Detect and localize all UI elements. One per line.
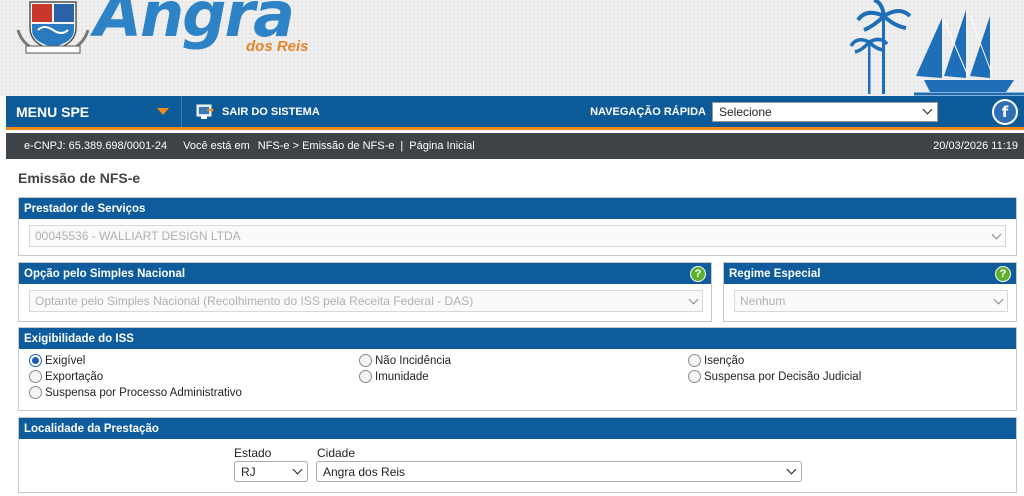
simples-select[interactable]: Optante pelo Simples Nacional (Recolhime…	[29, 290, 703, 312]
status-bar: e-CNPJ: 65.389.698/0001-24 Você está em …	[6, 133, 1024, 159]
quick-nav-label: NAVEGAÇÃO RÁPIDA	[590, 105, 706, 118]
datetime-text: 20/03/2026 11:19	[933, 140, 1018, 152]
chevron-down-icon	[786, 464, 797, 475]
prestador-panel: Prestador de Serviços 00045536 - WALLIAR…	[18, 197, 1017, 256]
logout-button[interactable]: SAIR DO SISTEMA	[196, 104, 320, 120]
simples-value: Optante pelo Simples Nacional (Recolhime…	[35, 294, 474, 308]
localidade-heading: Localidade da Prestação	[19, 418, 1016, 439]
help-icon[interactable]: ?	[995, 265, 1011, 282]
breadcrumb[interactable]: NFS-e > Emissão de NFS-e	[258, 140, 395, 152]
radio-icon	[359, 370, 372, 383]
caret-down-icon	[157, 108, 169, 115]
prestador-value: 00045536 - WALLIART DESIGN LTDA	[35, 229, 241, 243]
palm-ship-illustration	[849, 0, 1024, 96]
header-banner: Angra dos Reis	[0, 0, 1024, 96]
chevron-down-icon	[993, 294, 1004, 304]
radio-icon	[359, 354, 372, 367]
radio-icon	[29, 386, 42, 399]
radio-isencao[interactable]: Isenção	[688, 354, 744, 367]
regime-panel: Regime Especial ? Nenhum	[723, 262, 1017, 322]
estado-value: RJ	[241, 464, 256, 479]
radio-exportacao[interactable]: Exportação	[29, 370, 103, 383]
simples-heading: Opção pelo Simples Nacional ?	[19, 263, 711, 284]
page-title: Emissão de NFS-e	[18, 170, 141, 186]
radio-icon	[688, 354, 701, 367]
quick-nav-value: Selecione	[719, 104, 772, 119]
exigibilidade-panel: Exigibilidade do ISS Exigível Não Incidê…	[18, 327, 1017, 411]
quick-nav: NAVEGAÇÃO RÁPIDA Selecione f	[590, 98, 1024, 125]
home-link[interactable]: Página Inicial	[409, 140, 474, 152]
cidade-value: Angra dos Reis	[323, 464, 406, 479]
radio-nao-incidencia[interactable]: Não Incidência	[359, 354, 451, 367]
facebook-icon[interactable]: f	[992, 98, 1018, 125]
chevron-down-icon	[991, 229, 1002, 239]
radio-imunidade[interactable]: Imunidade	[359, 370, 429, 383]
radio-icon	[688, 370, 701, 383]
brand-logo-subtitle: dos Reis	[246, 38, 309, 55]
breadcrumb-separator: |	[400, 140, 404, 152]
menu-spe-label: MENU SPE	[16, 103, 90, 120]
help-icon[interactable]: ?	[690, 265, 706, 282]
menu-spe-button[interactable]: MENU SPE	[6, 96, 182, 127]
logout-label: SAIR DO SISTEMA	[222, 105, 320, 118]
radio-exigivel[interactable]: Exigível	[29, 354, 85, 367]
chevron-down-icon	[922, 104, 933, 115]
quick-nav-select[interactable]: Selecione	[712, 101, 938, 122]
radio-selected-icon	[29, 354, 42, 367]
radio-icon	[29, 370, 42, 383]
cidade-select[interactable]: Angra dos Reis	[316, 461, 802, 482]
chevron-down-icon	[688, 294, 699, 304]
simples-panel: Opção pelo Simples Nacional ? Optante pe…	[18, 262, 712, 322]
city-crest-logo	[16, 1, 90, 54]
radio-suspensa-administrativo[interactable]: Suspensa por Processo Administrativo	[29, 386, 242, 399]
logout-icon	[196, 104, 214, 119]
exigibilidade-heading: Exigibilidade do ISS	[19, 328, 1016, 349]
cnpj-text: e-CNPJ: 65.389.698/0001-24	[24, 140, 168, 152]
radio-suspensa-judicial[interactable]: Suspensa por Decisão Judicial	[688, 370, 861, 383]
regime-value: Nenhum	[740, 294, 786, 308]
you-are-in-text: Você está em	[183, 140, 250, 152]
prestador-heading: Prestador de Serviços	[19, 198, 1016, 219]
chevron-down-icon	[292, 464, 303, 475]
cidade-label: Cidade	[317, 446, 356, 460]
regime-select[interactable]: Nenhum	[734, 290, 1008, 312]
main-navbar: MENU SPE SAIR DO SISTEMA NAVEGAÇÃO RÁPID…	[6, 96, 1024, 130]
prestador-select[interactable]: 00045536 - WALLIART DESIGN LTDA	[29, 225, 1006, 247]
estado-select[interactable]: RJ	[234, 461, 308, 482]
estado-label: Estado	[234, 446, 272, 460]
regime-heading: Regime Especial ?	[724, 263, 1016, 284]
localidade-panel: Localidade da Prestação Estado RJ Cidade…	[18, 417, 1017, 493]
